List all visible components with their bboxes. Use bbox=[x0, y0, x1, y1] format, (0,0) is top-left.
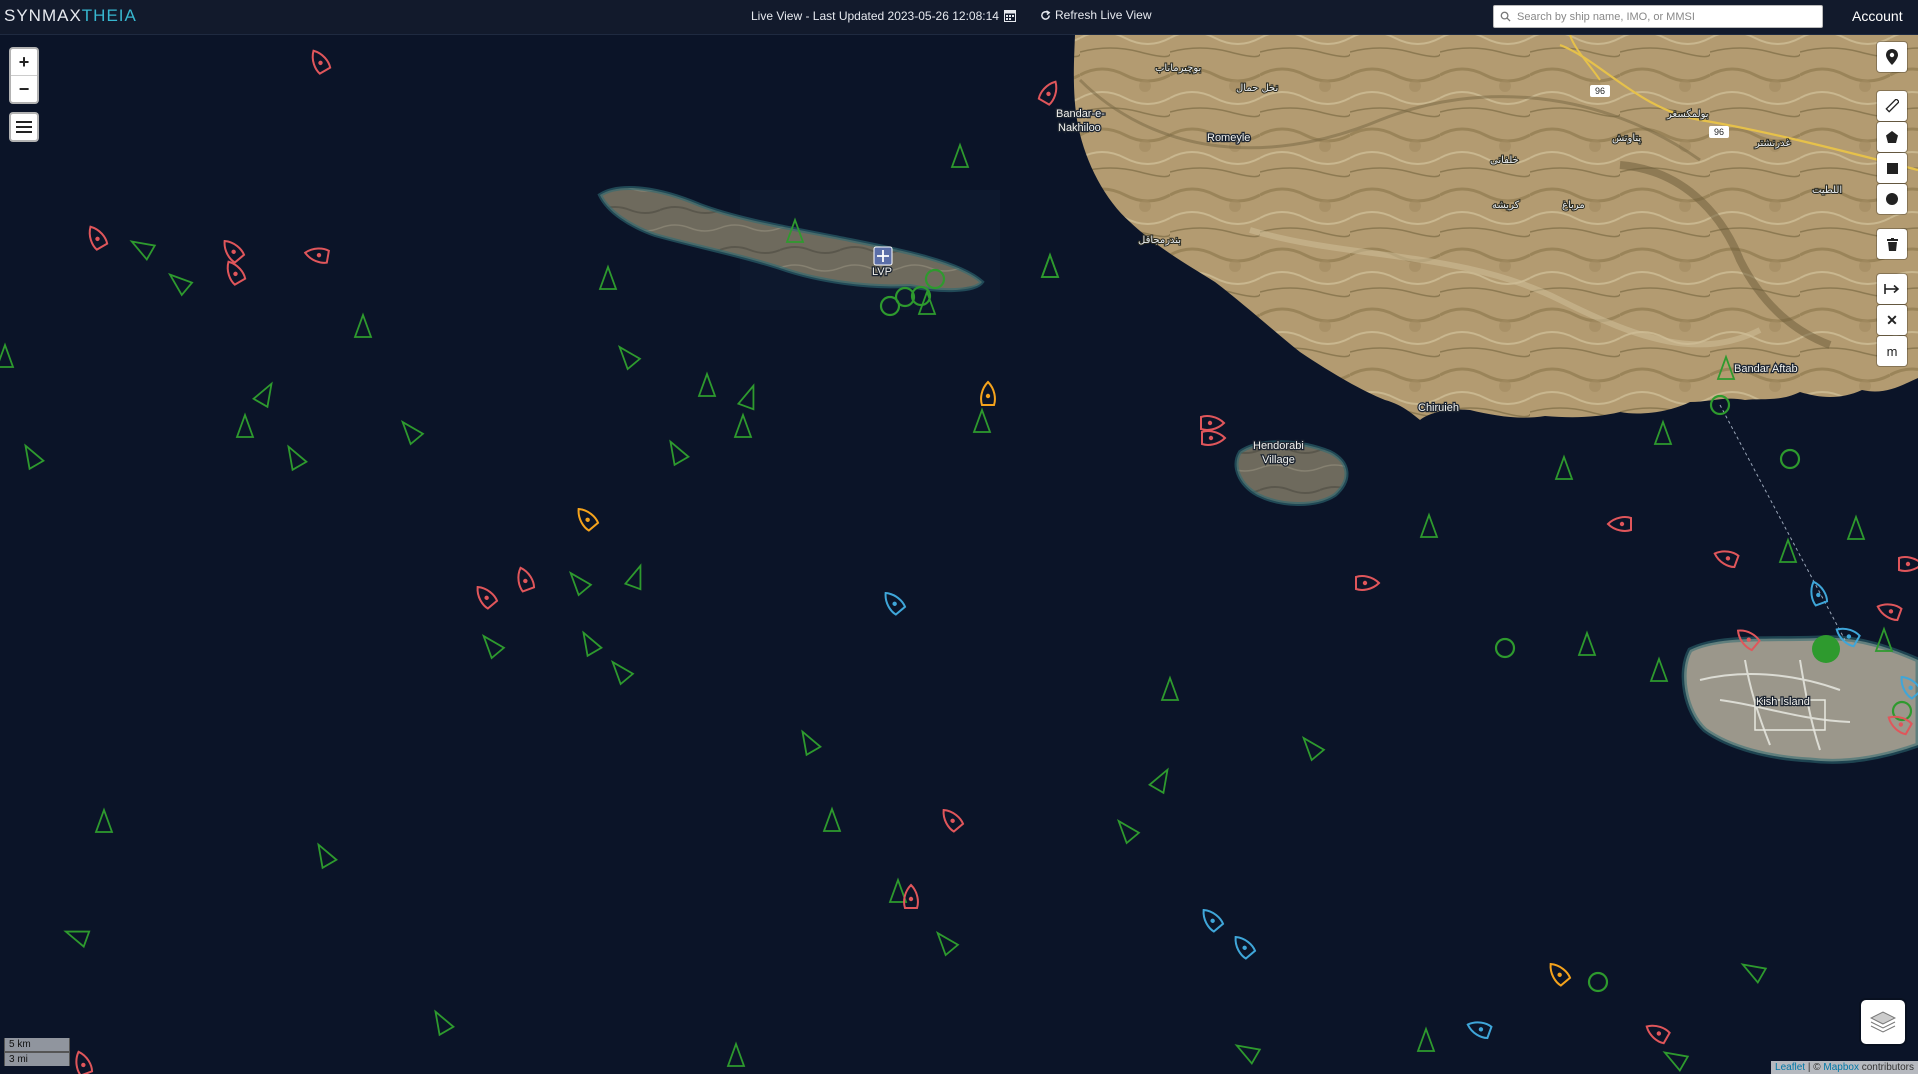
road-shield-96: 96 bbox=[1595, 86, 1605, 96]
road-shield-96: 96 bbox=[1714, 127, 1724, 137]
live-view-status: Live View - Last Updated 2023-05-26 12:0… bbox=[751, 9, 999, 23]
place-label-chiruieh: Chiruieh bbox=[1418, 402, 1459, 414]
place-label-farsi: بوچیرماناب bbox=[1155, 63, 1201, 74]
trash-icon bbox=[1886, 237, 1898, 251]
place-label-farsi: کریشه bbox=[1492, 200, 1520, 211]
unit-toggle-button[interactable]: m bbox=[1877, 336, 1907, 366]
place-label-airport: LVP bbox=[872, 266, 892, 278]
app-logo[interactable]: SYNMAXTHEIA bbox=[4, 6, 137, 26]
place-label-farsi: پتاوتش bbox=[1612, 133, 1641, 144]
attribution-separator: | © bbox=[1805, 1062, 1824, 1073]
attribution-contributors: contributors bbox=[1858, 1062, 1914, 1073]
place-label-bandar-e-nakhiloo-line2: Nakhiloo bbox=[1058, 122, 1101, 134]
top-bar: SYNMAXTHEIA Live View - Last Updated 202… bbox=[0, 0, 1918, 35]
place-label-hendorabi: Hendorabi bbox=[1253, 440, 1304, 452]
place-label-farsi: خلفانی bbox=[1490, 155, 1519, 166]
zoom-in-button[interactable]: + bbox=[11, 49, 37, 76]
menu-control bbox=[9, 112, 39, 142]
ruler-icon bbox=[1885, 99, 1899, 113]
draw-ruler-button[interactable] bbox=[1877, 91, 1907, 121]
scale-km: 5 km bbox=[4, 1038, 70, 1052]
hamburger-icon bbox=[16, 121, 32, 133]
measure-arrow-icon bbox=[1884, 284, 1900, 294]
layers-icon bbox=[1870, 1011, 1896, 1033]
leaflet-link[interactable]: Leaflet bbox=[1775, 1062, 1805, 1073]
account-menu-button[interactable]: Account bbox=[1852, 8, 1903, 24]
refresh-live-view-button[interactable]: Refresh Live View bbox=[1040, 8, 1152, 22]
layers-button[interactable] bbox=[1861, 1000, 1905, 1044]
clear-measure-button[interactable]: ✕ bbox=[1877, 305, 1907, 335]
place-label-bandar-aftab: Bandar Aftab bbox=[1734, 363, 1798, 375]
zoom-control: + − bbox=[9, 47, 39, 104]
refresh-icon bbox=[1041, 9, 1051, 20]
calendar-icon[interactable] bbox=[1004, 9, 1016, 22]
scale-mi: 3 mi bbox=[4, 1052, 70, 1066]
circle-icon bbox=[1886, 193, 1898, 205]
vessel-cluster[interactable] bbox=[1812, 635, 1840, 663]
place-label-kish-island: Kish Island bbox=[1756, 696, 1810, 708]
map-canvas[interactable]: 96 96 Bandar-e- Nakhiloo Romeyle Chiruie… bbox=[0, 35, 1918, 1074]
delete-shapes-button[interactable] bbox=[1877, 229, 1907, 259]
mapbox-link[interactable]: Mapbox bbox=[1823, 1062, 1859, 1073]
draw-polygon-button[interactable] bbox=[1877, 122, 1907, 152]
search-icon bbox=[1500, 11, 1511, 22]
map-pin-icon bbox=[1886, 49, 1898, 65]
ship-search-box[interactable] bbox=[1493, 5, 1823, 28]
draw-rectangle-button[interactable] bbox=[1877, 153, 1907, 183]
refresh-label: Refresh Live View bbox=[1055, 8, 1152, 22]
place-label-farsi: اللطیت bbox=[1812, 185, 1842, 196]
place-label-farsi: بولمکسغر bbox=[1666, 109, 1709, 120]
map-attribution: Leaflet | © Mapbox contributors bbox=[1771, 1061, 1918, 1074]
place-label-farsi: غدرنشتر bbox=[1754, 138, 1791, 149]
place-label-farsi: مرباغ bbox=[1562, 200, 1585, 211]
zoom-out-button[interactable]: − bbox=[11, 76, 37, 102]
place-label-farsi: نخل حمال bbox=[1236, 83, 1278, 94]
place-label-romeyle: Romeyle bbox=[1207, 132, 1250, 144]
ship-search-input[interactable] bbox=[1515, 9, 1819, 24]
rectangle-icon bbox=[1886, 162, 1898, 174]
place-label-hendorabi-line2: Village bbox=[1262, 454, 1295, 466]
measure-button[interactable] bbox=[1877, 274, 1907, 304]
place-label-bandar-e-nakhiloo: Bandar-e- bbox=[1056, 108, 1105, 120]
logo-synmax: SYNMAX bbox=[4, 6, 82, 25]
place-label-farsi: بندرمجاقل bbox=[1138, 235, 1181, 246]
menu-button[interactable] bbox=[11, 114, 37, 140]
polygon-icon bbox=[1886, 131, 1898, 143]
draw-marker-button[interactable] bbox=[1877, 42, 1907, 72]
map-scale: 5 km 3 mi bbox=[4, 1038, 70, 1066]
draw-circle-button[interactable] bbox=[1877, 184, 1907, 214]
logo-theia: THEIA bbox=[81, 6, 137, 25]
map-view[interactable]: 96 96 Bandar-e- Nakhiloo Romeyle Chiruie… bbox=[0, 35, 1918, 1074]
